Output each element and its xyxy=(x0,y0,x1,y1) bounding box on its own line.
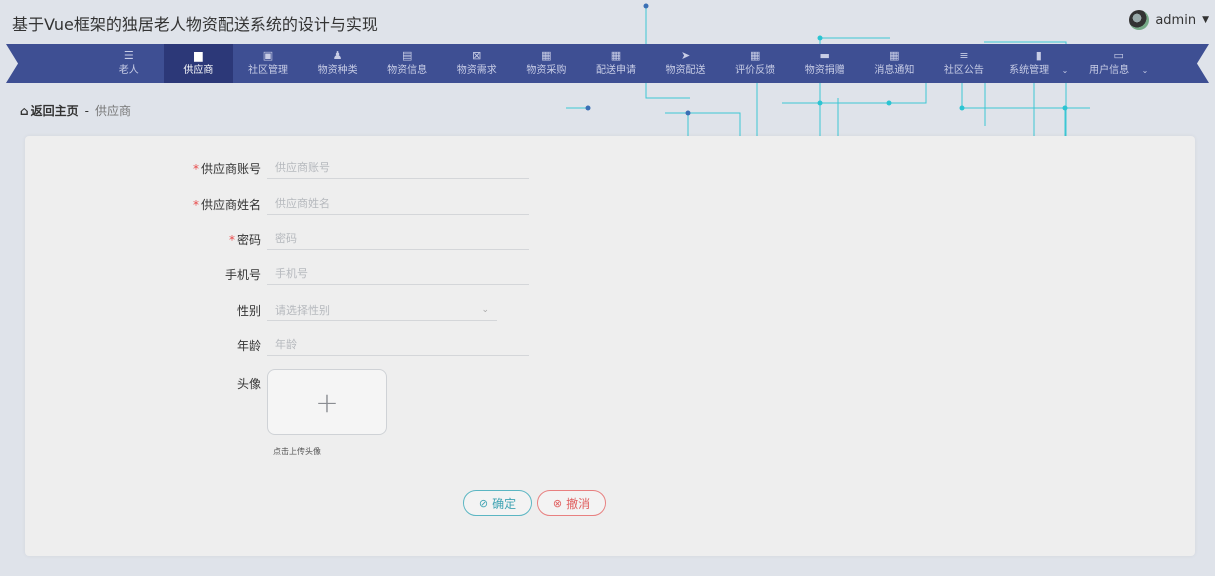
phone-label: 手机号 xyxy=(224,267,261,282)
nav-item[interactable]: ▦ 配送申请 xyxy=(581,44,651,83)
password-input[interactable] xyxy=(267,228,529,250)
ticket-icon: ▬ xyxy=(819,49,830,62)
age-input[interactable] xyxy=(267,334,529,356)
account-label: * 供应商账号 xyxy=(192,161,261,176)
list-icon: ≡ xyxy=(959,49,969,62)
app-title: 基于Vue框架的独居老人物资配送系统的设计与实现 xyxy=(12,15,378,34)
user-menu[interactable]: admin ▼ xyxy=(1129,10,1209,30)
nav-item[interactable]: ➤ 物资配送 xyxy=(651,44,721,83)
avatar[interactable] xyxy=(1129,10,1150,30)
age-label: 年龄 xyxy=(236,338,261,353)
sliders-icon: ☰ xyxy=(123,49,134,62)
avatar-label: 头像 xyxy=(236,377,261,391)
top-bar: 基于Vue框架的独居老人物资配送系统的设计与实现 admin ▼ xyxy=(0,0,1215,44)
nav-item-label: 社区公告 xyxy=(943,65,984,76)
box-icon: ⊠ xyxy=(472,49,482,62)
form-row-gender: 性别 请选择性别 ⌄ xyxy=(25,299,497,321)
check-circle-icon: ⊘ xyxy=(478,496,489,510)
user-icon: ♟ xyxy=(332,49,343,62)
bar-chart-icon: ▮ xyxy=(1035,49,1042,62)
nav-item[interactable]: ▬ 物资捐赠 xyxy=(790,44,860,83)
nav-item[interactable]: ⊠ 物资需求 xyxy=(442,44,512,83)
breadcrumb-home[interactable]: ⌂ 返回主页 xyxy=(20,102,79,119)
nav-item-label: 物资配送 xyxy=(665,65,706,76)
home-icon: ⌂ xyxy=(20,103,29,118)
name-input[interactable] xyxy=(267,193,529,215)
form-row-name: * 供应商姓名 xyxy=(25,193,529,215)
phone-input[interactable] xyxy=(267,263,529,285)
nav-item[interactable]: ▭ 用户信息 xyxy=(1079,44,1159,83)
nav-item-label: 用户信息 xyxy=(1089,65,1148,77)
form-row-account: * 供应商账号 xyxy=(25,157,529,179)
grid-icon: ▦ xyxy=(749,49,761,62)
nav-items: ☰ 老人 ▆ 供应商 ▣ 社区管理 ♟ 物资种类 ▤ 物资信息 ⊠ 物资需求 ▦ 物资采购 ▦ 配送申请 ➤ 物资… xyxy=(94,44,1159,83)
form-card: *供应商账号 *供应商姓名 *密码 手机号 性别 请选择性别 ⌄ 年龄 头像 +… xyxy=(25,136,1195,556)
nav-item-label: 物资采购 xyxy=(526,65,567,76)
form-row-phone: 手机号 xyxy=(25,263,529,285)
nav-item[interactable]: ▦ 物资采购 xyxy=(512,44,582,83)
plus-icon: + xyxy=(315,385,339,419)
name-label: * 供应商姓名 xyxy=(192,197,261,212)
chevron-down-icon: ⌄ xyxy=(481,304,489,315)
nav-item-label: 系统管理 xyxy=(1009,65,1068,77)
upload-hint: 点击上传头像 xyxy=(273,447,321,456)
nav-item[interactable]: ▣ 社区管理 xyxy=(233,44,303,83)
nav-item-label: 评价反馈 xyxy=(735,65,776,76)
nav-item-label: 配送申请 xyxy=(595,65,636,76)
nav-item-label: 社区管理 xyxy=(247,65,288,76)
close-circle-icon: ⊗ xyxy=(552,496,563,510)
nav-item-label: 消息通知 xyxy=(874,65,915,76)
form-row-password: * 密码 xyxy=(25,228,529,250)
send-icon: ➤ xyxy=(680,49,691,62)
nav-item-label: 物资种类 xyxy=(317,65,358,76)
caret-down-icon[interactable]: ▼ xyxy=(1202,15,1209,25)
form-row-avatar: 头像 + xyxy=(25,369,387,435)
nav-item[interactable]: ▦ 消息通知 xyxy=(860,44,930,83)
nav-item[interactable]: ☰ 老人 xyxy=(94,44,164,83)
gender-placeholder: 请选择性别 xyxy=(275,303,330,317)
password-label: * 密码 xyxy=(228,232,261,247)
form-row-age: 年龄 xyxy=(25,334,529,356)
username[interactable]: admin xyxy=(1155,13,1196,28)
avatar-upload[interactable]: + xyxy=(267,369,387,435)
grid-icon: ▦ xyxy=(889,49,900,62)
account-input[interactable] xyxy=(267,157,529,179)
cancel-button[interactable]: ⊗ 撤消 xyxy=(537,490,606,516)
nav-item[interactable]: ▤ 物资信息 xyxy=(372,44,442,83)
confirm-button[interactable]: ⊘ 确定 xyxy=(463,490,532,516)
breadcrumb-separator: - xyxy=(84,103,89,118)
grid-icon: ▦ xyxy=(541,49,552,62)
monitor-icon: ▆ xyxy=(194,49,203,62)
nav-item[interactable]: ▆ 供应商 xyxy=(163,44,234,83)
gender-select[interactable]: 请选择性别 ⌄ xyxy=(267,299,497,321)
nav-item[interactable]: ▮ 系统管理 xyxy=(999,44,1079,83)
nav-item-label: 物资信息 xyxy=(387,65,428,76)
card-icon: ▭ xyxy=(1113,49,1124,62)
gender-label: 性别 xyxy=(236,303,261,318)
nav-item-label: 老人 xyxy=(118,65,139,76)
nav-item-label: 物资捐赠 xyxy=(804,65,845,76)
nav-item[interactable]: ≡ 社区公告 xyxy=(929,44,999,83)
clipboard-icon: ▤ xyxy=(401,49,413,62)
main-nav: ☰ 老人 ▆ 供应商 ▣ 社区管理 ♟ 物资种类 ▤ 物资信息 ⊠ 物资需求 ▦ 物资采购 ▦ 配送申请 ➤ 物资… xyxy=(6,44,1209,83)
chat-icon: ▣ xyxy=(262,49,274,62)
nav-item[interactable]: ▦ 评价反馈 xyxy=(720,44,790,83)
grid-icon: ▦ xyxy=(610,49,622,62)
nav-item-label: 供应商 xyxy=(183,65,214,76)
nav-item-label: 物资需求 xyxy=(456,65,497,76)
nav-item[interactable]: ♟ 物资种类 xyxy=(303,44,373,83)
breadcrumb-current: 供应商 xyxy=(94,104,131,118)
breadcrumb: ⌂ 返回主页 - 供应商 xyxy=(20,102,131,119)
